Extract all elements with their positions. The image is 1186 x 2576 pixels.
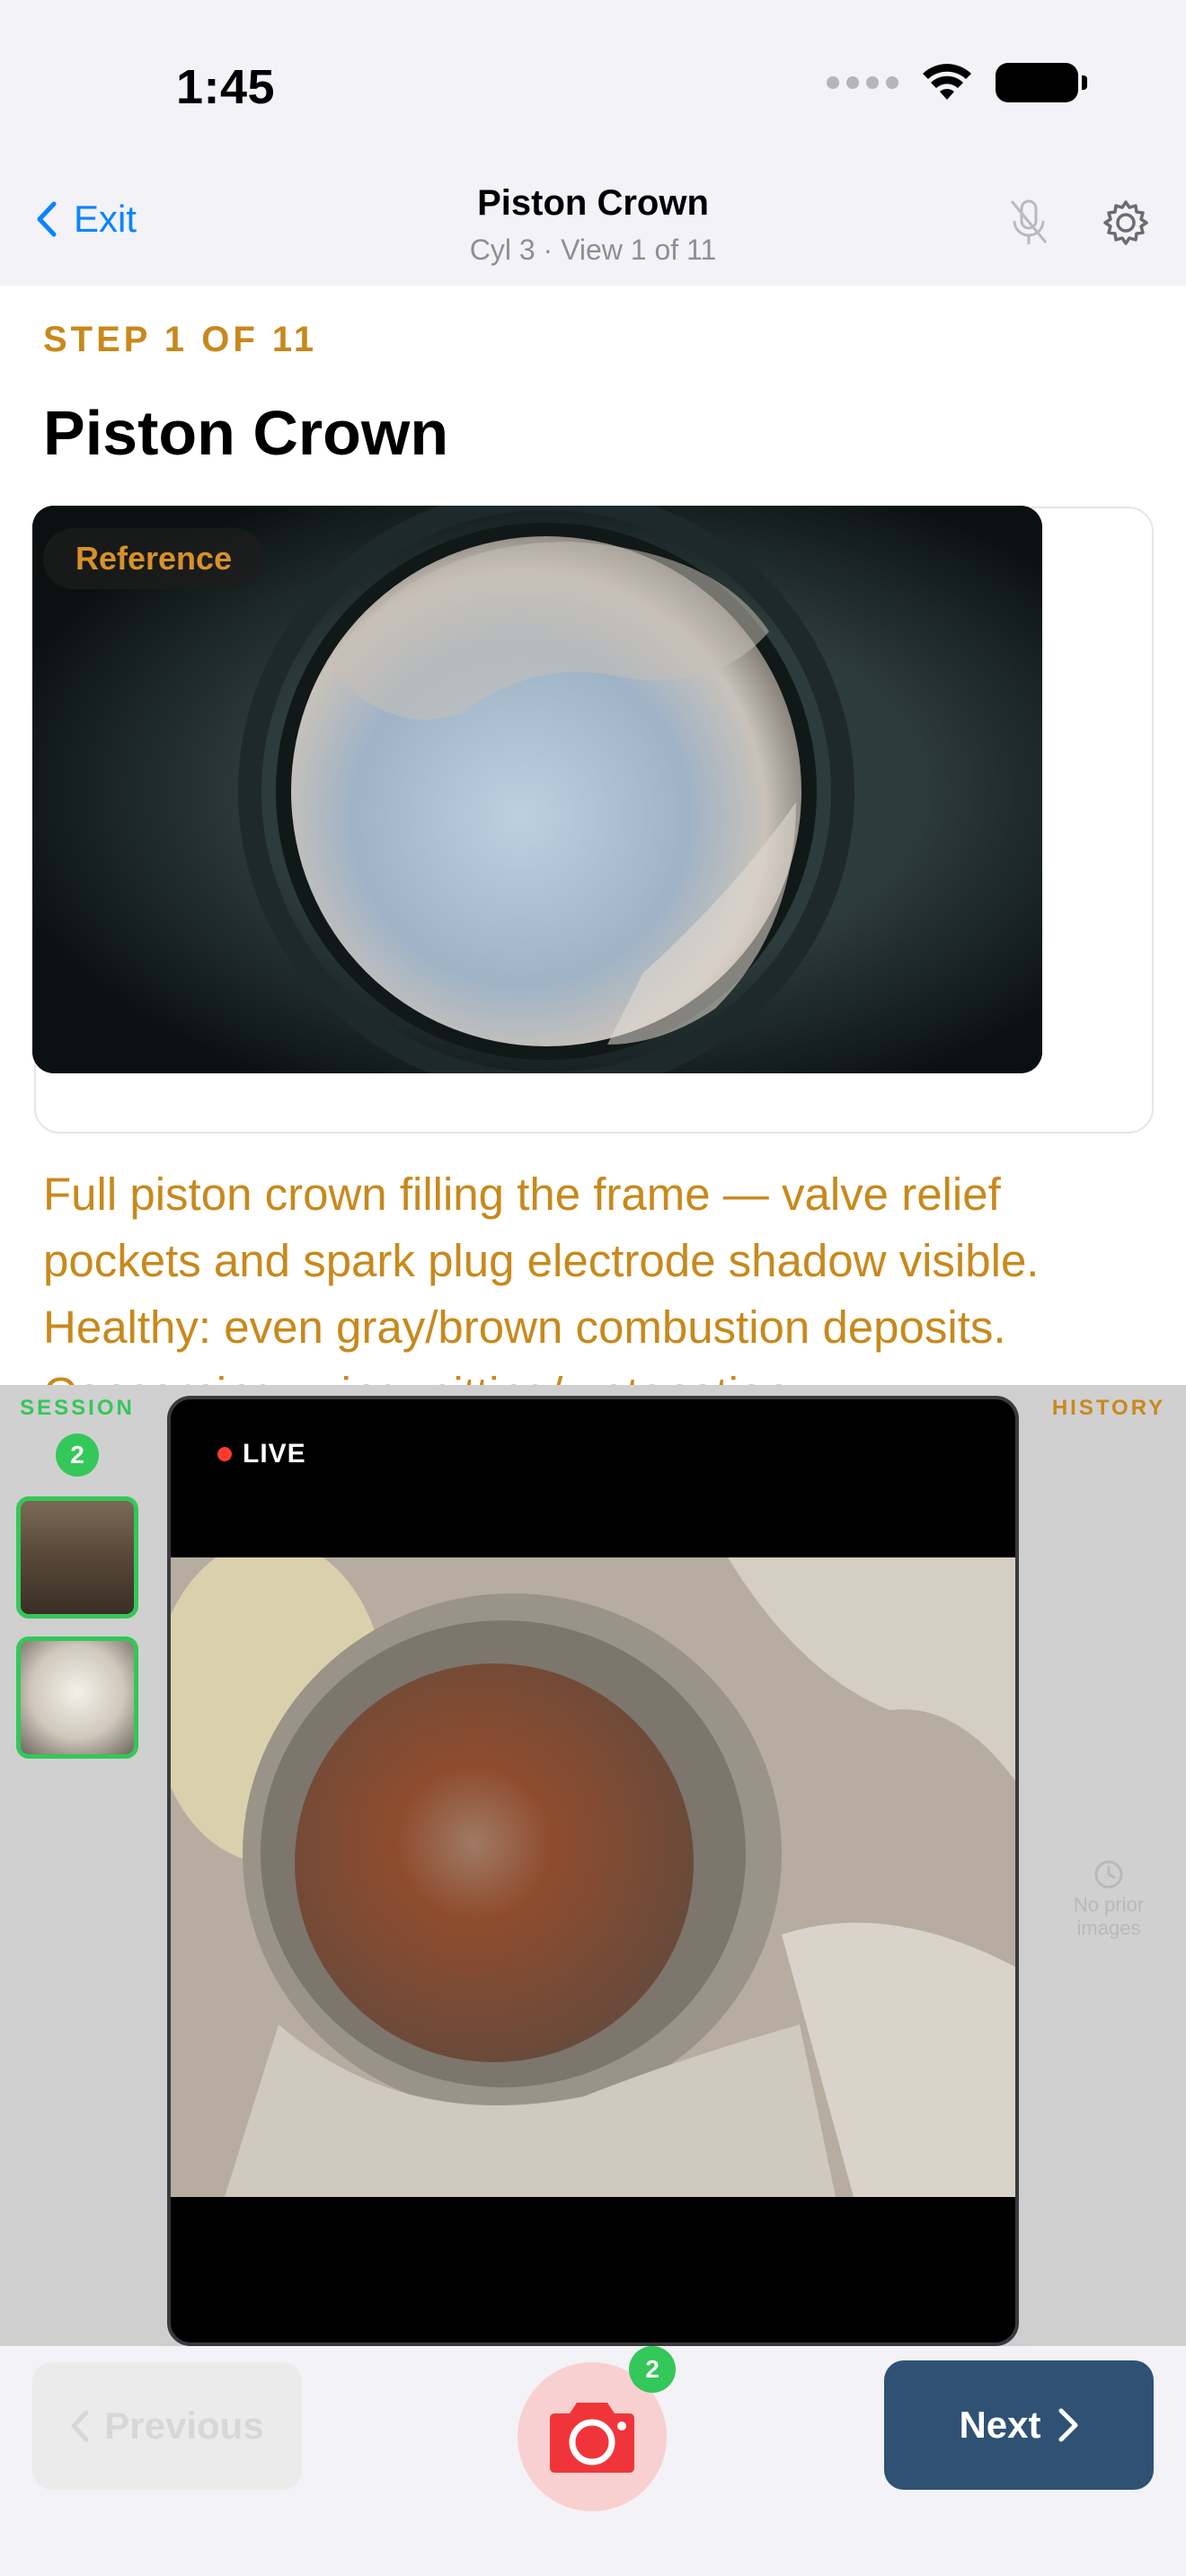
step-description: Full piston crown filling the frame — va…	[43, 1169, 1040, 1385]
reference-image-art	[32, 506, 1042, 1073]
microphone-off-icon[interactable]	[1008, 198, 1049, 248]
session-count-badge: 2	[56, 1434, 99, 1477]
capture-panel: SESSION 2 LIVE HISTORY No prior images	[0, 1385, 1186, 2346]
reference-badge: Reference	[43, 528, 265, 589]
session-thumbnail[interactable]	[16, 1636, 138, 1759]
live-indicator-dot	[217, 1447, 232, 1461]
wifi-icon	[923, 64, 971, 100]
clock-icon	[1094, 1860, 1123, 1889]
step-title: Piston Crown	[43, 398, 449, 468]
cellular-signal-icon	[827, 76, 898, 89]
session-column: SESSION 2	[0, 1385, 155, 2346]
live-camera-view[interactable]: LIVE	[167, 1396, 1019, 2346]
live-camera-feed	[171, 1539, 1015, 2197]
reference-image[interactable]	[32, 506, 1042, 1073]
step-content: STEP 1 OF 11 Piston Crown Full piston cr…	[0, 286, 1186, 1385]
step-label: STEP 1 OF 11	[43, 320, 318, 359]
previous-label: Previous	[104, 2404, 264, 2447]
status-icons	[827, 63, 1087, 102]
chevron-right-icon	[1058, 2408, 1078, 2442]
bottom-bar: Previous 2 Next	[0, 2346, 1186, 2576]
next-button[interactable]: Next	[884, 2360, 1154, 2490]
camera-icon	[550, 2403, 634, 2473]
capture-count-badge: 2	[629, 2346, 676, 2393]
history-column: HISTORY No prior images	[1031, 1385, 1186, 2346]
history-empty-text: No prior images	[1073, 1893, 1145, 1939]
gear-icon[interactable]	[1102, 198, 1150, 247]
status-bar: 1:45	[0, 0, 1186, 171]
previous-button[interactable]: Previous	[32, 2362, 302, 2490]
status-time: 1:45	[176, 60, 276, 114]
live-label: LIVE	[243, 1439, 306, 1469]
nav-bar: Exit Piston Crown Cyl 3 · View 1 of 11	[0, 171, 1186, 286]
session-thumbnail[interactable]	[16, 1496, 138, 1619]
session-label: SESSION	[20, 1396, 135, 1420]
nav-actions	[1008, 198, 1150, 248]
chevron-left-icon	[71, 2410, 89, 2442]
battery-icon	[996, 63, 1087, 102]
live-feed-art	[171, 1539, 1015, 2197]
next-label: Next	[959, 2404, 1041, 2446]
live-badge: LIVE	[217, 1439, 306, 1469]
history-label: HISTORY	[1051, 1396, 1166, 1420]
